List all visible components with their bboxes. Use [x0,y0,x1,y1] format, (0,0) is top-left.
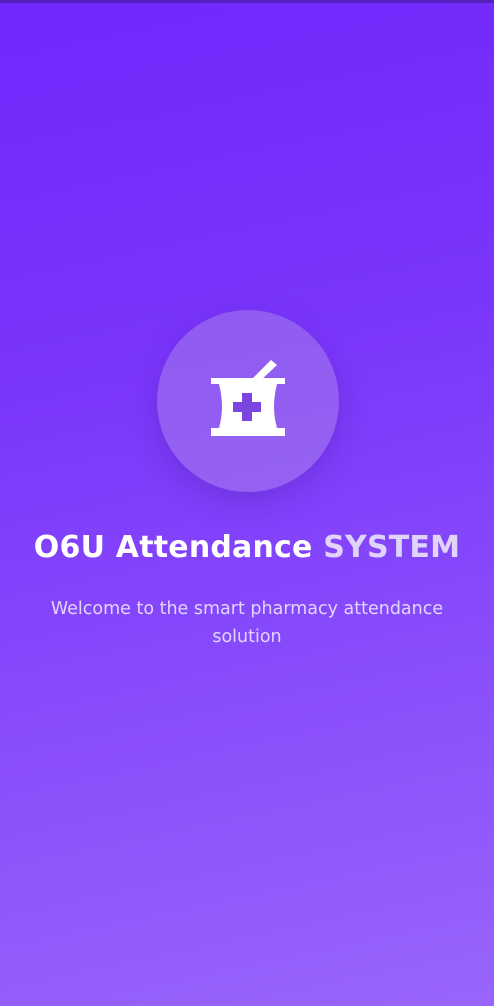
app-title-main: O6U Attendance [33,530,324,565]
app-logo [157,310,339,492]
app-title-accent: SYSTEM [323,530,461,565]
welcome-subtitle: Welcome to the smart pharmacy attendance… [50,599,444,647]
status-bar-strip [0,0,494,3]
app-title: O6U Attendance SYSTEM [0,530,494,565]
pharmacy-mortar-cross-icon [211,360,285,436]
